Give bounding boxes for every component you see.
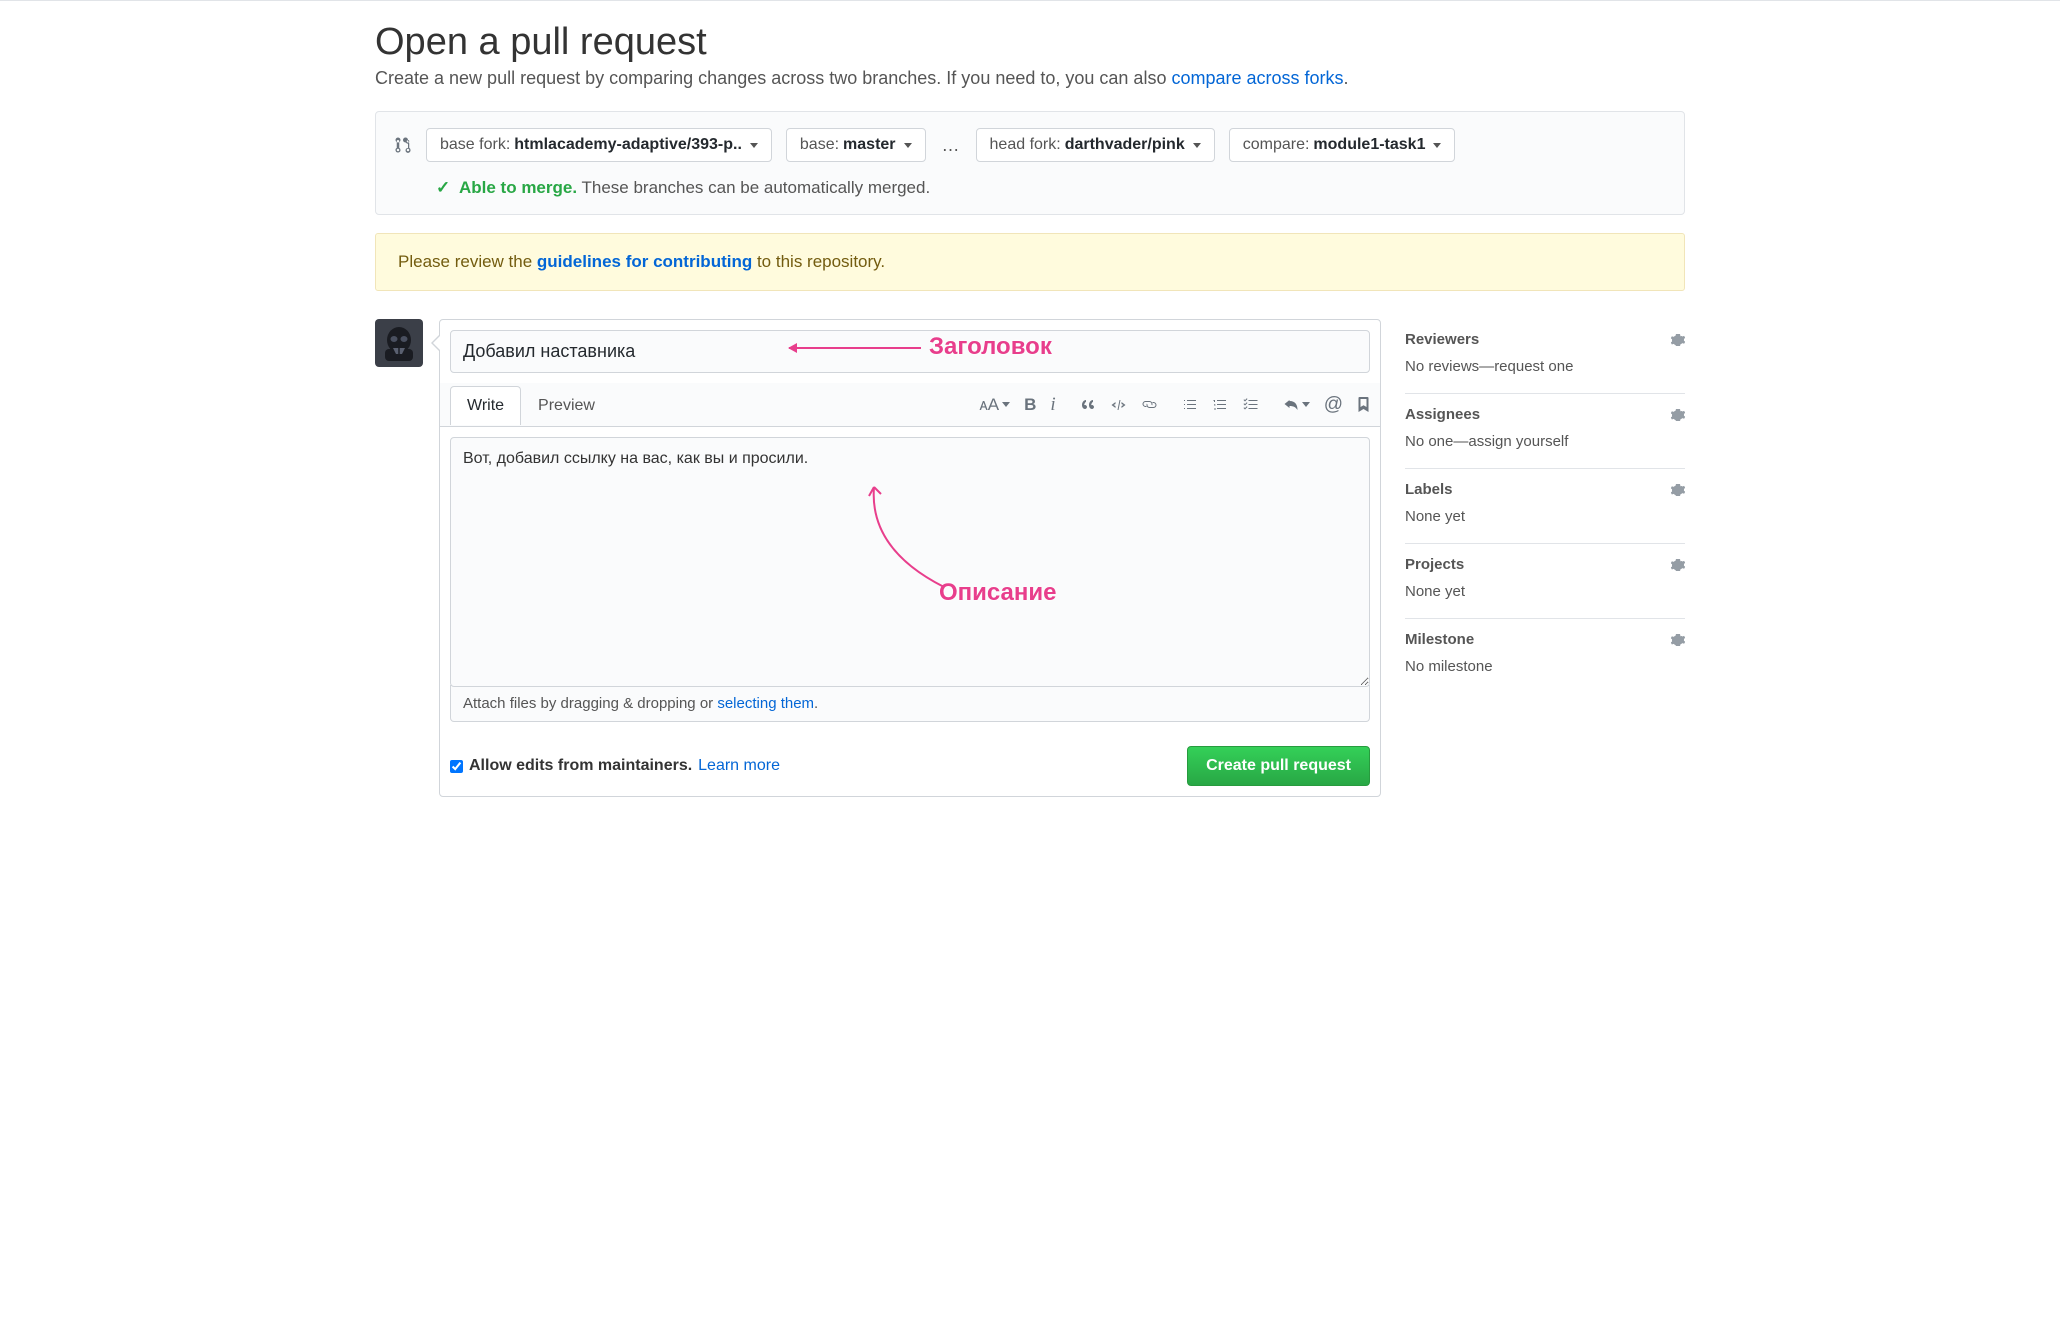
create-pull-request-button[interactable]: Create pull request [1187,746,1370,786]
caret-icon [1193,143,1201,148]
reviewers-desc: No reviews—request one [1405,358,1685,375]
base-label: base: [800,136,839,154]
milestone-label: Milestone [1405,631,1474,648]
assignees-label: Assignees [1405,406,1480,423]
tab-preview[interactable]: Preview [521,386,612,425]
projects-label: Projects [1405,556,1464,573]
bold-icon[interactable]: B [1024,395,1036,415]
caret-icon [1002,402,1010,407]
gear-icon[interactable] [1671,408,1685,422]
sidebar: Reviewers No reviews—request one Assigne… [1405,319,1685,693]
gear-icon[interactable] [1671,333,1685,347]
subtitle-text: Create a new pull request by comparing c… [375,68,1171,88]
learn-more-link[interactable]: Learn more [698,757,780,775]
pr-body-textarea[interactable]: Вот, добавил ссылку на вас, как вы и про… [450,437,1370,687]
number-list-icon[interactable] [1212,397,1228,413]
base-branch-dropdown[interactable]: base: master [786,128,926,162]
select-files-link[interactable]: selecting them [717,695,814,712]
milestone-desc: No milestone [1405,658,1685,675]
assign-yourself-link[interactable]: assign yourself [1468,433,1568,450]
merge-status-bold: Able to merge. [459,178,577,197]
projects-desc: None yet [1405,583,1685,600]
tab-write[interactable]: Write [450,386,521,425]
pr-title-input[interactable] [450,330,1370,373]
gear-icon[interactable] [1671,483,1685,497]
attach-suffix: . [814,695,818,712]
markdown-toolbar: ᴀA B i [979,394,1370,416]
base-fork-value: htmlacademy-adaptive/393-p.. [514,136,742,154]
compare-label: compare: [1243,136,1310,154]
subtitle-suffix: . [1344,68,1349,88]
assignees-desc: No one—assign yourself [1405,433,1685,450]
sidebar-milestone: Milestone No milestone [1405,619,1685,693]
comment-box: Write Preview ᴀA B i [439,319,1381,797]
merge-status: ✓ Able to merge. These branches can be a… [394,178,1666,198]
sidebar-projects: Projects None yet [1405,544,1685,619]
caret-icon [904,143,912,148]
labels-desc: None yet [1405,508,1685,525]
compare-branch-dropdown[interactable]: compare: module1-task1 [1229,128,1456,162]
avatar [375,319,423,367]
branch-compare-box: base fork: htmlacademy-adaptive/393-p.. … [375,111,1685,215]
contributing-banner: Please review the guidelines for contrib… [375,233,1685,291]
merge-status-text: These branches can be automatically merg… [582,178,931,197]
compare-forks-link[interactable]: compare across forks [1171,68,1343,88]
mention-icon[interactable]: @ [1324,394,1343,416]
caret-icon [1433,143,1441,148]
attach-prefix: Attach files by dragging & dropping or [463,695,717,712]
request-review-link[interactable]: request one [1494,358,1573,375]
allow-edits-checkbox[interactable] [450,760,463,773]
check-icon: ✓ [436,178,450,197]
quote-icon[interactable] [1080,397,1096,413]
gear-icon[interactable] [1671,558,1685,572]
sidebar-labels: Labels None yet [1405,469,1685,544]
contributing-guidelines-link[interactable]: guidelines for contributing [537,252,752,271]
gear-icon[interactable] [1671,633,1685,647]
task-list-icon[interactable] [1242,397,1259,413]
banner-suffix: to this repository. [752,252,885,271]
compare-icon [394,135,412,155]
head-fork-label: head fork: [990,136,1061,154]
reply-icon[interactable] [1283,397,1310,413]
sidebar-reviewers: Reviewers No reviews—request one [1405,319,1685,394]
page-title: Open a pull request [375,21,1685,64]
banner-prefix: Please review the [398,252,537,271]
tabbar: Write Preview ᴀA B i [440,383,1380,427]
base-fork-dropdown[interactable]: base fork: htmlacademy-adaptive/393-p.. [426,128,772,162]
text-size-icon[interactable]: ᴀA [979,395,1010,415]
code-icon[interactable] [1110,397,1127,413]
page-subtitle: Create a new pull request by comparing c… [375,68,1685,89]
bullet-list-icon[interactable] [1182,397,1198,413]
base-value: master [843,136,895,154]
labels-label: Labels [1405,481,1453,498]
head-fork-value: darthvader/pink [1065,136,1185,154]
ellipsis-divider: … [940,135,962,156]
reviewers-label: Reviewers [1405,331,1479,348]
compare-value: module1-task1 [1313,136,1425,154]
allow-edits-label: Allow edits from maintainers. [469,757,692,775]
caret-icon [1302,402,1310,407]
italic-icon[interactable]: i [1050,394,1055,416]
sidebar-assignees: Assignees No one—assign yourself [1405,394,1685,469]
allow-edits-row: Allow edits from maintainers. Learn more [450,757,780,775]
bookmark-icon[interactable] [1357,397,1370,413]
link-icon[interactable] [1141,397,1158,413]
caret-icon [750,143,758,148]
base-fork-label: base fork: [440,136,510,154]
annotation-arrow [789,347,921,349]
head-fork-dropdown[interactable]: head fork: darthvader/pink [976,128,1215,162]
attach-bar[interactable]: Attach files by dragging & dropping or s… [450,685,1370,722]
